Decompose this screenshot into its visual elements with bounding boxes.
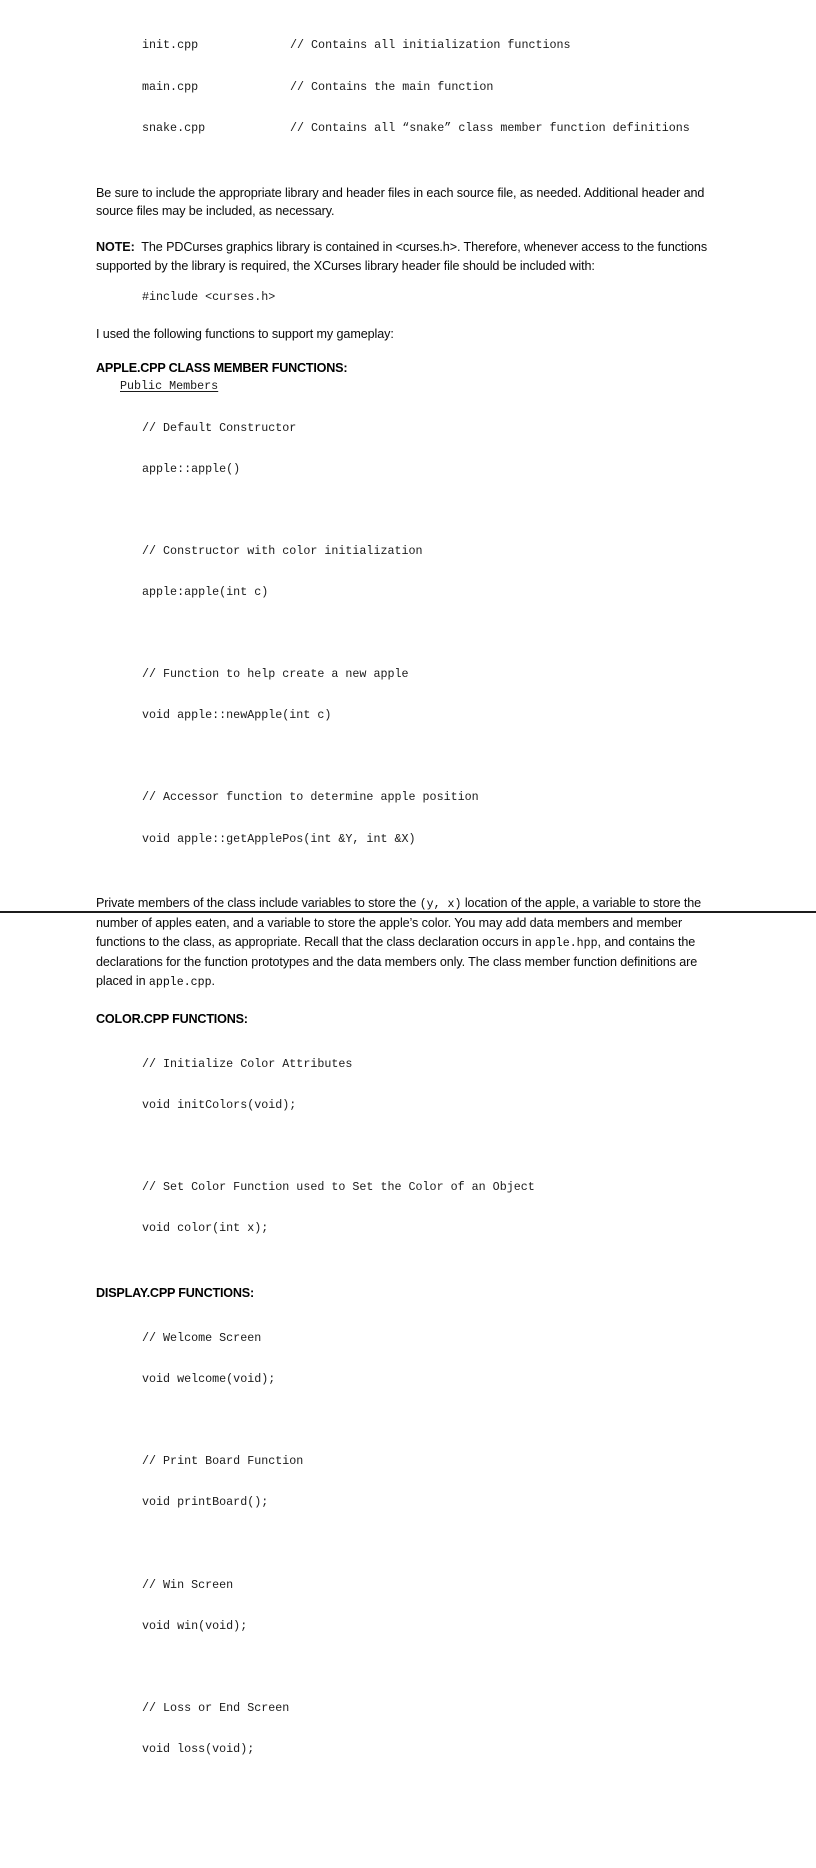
color-code-block: // Initialize Color Attributes void init… (96, 1031, 720, 1264)
code-signature: void apple::newApple(int c) (142, 708, 332, 723)
inline-code-apple-cpp: apple.cpp (148, 976, 212, 990)
source-file-comments: // Contains all initialization functions… (290, 12, 690, 163)
code-comment: // Welcome Screen (142, 1330, 262, 1345)
code-comment: // Function to help create a new apple (142, 667, 409, 682)
code-signature: apple:apple(int c) (142, 584, 269, 599)
code-signature: void win(void); (142, 1618, 248, 1633)
heading-display-cpp: DISPLAY.CPP FUNCTIONS: (96, 1285, 254, 1300)
code-comment: // Loss or End Screen (142, 1700, 290, 1715)
code-comment: // Constructor with color initialization (142, 543, 423, 558)
file-name: main.cpp (142, 79, 199, 94)
display-code-block: // Welcome Screen void welcome(void); //… (96, 1305, 720, 1868)
public-members-text: Public Members (120, 379, 219, 394)
private-text-4: . (211, 974, 216, 989)
note-body: The PDCurses graphics library is contain… (96, 239, 708, 273)
page-boundary-rule (0, 911, 816, 913)
private-text-1: Private members of the class include var… (96, 895, 420, 910)
apple-code-block: // Default Constructor apple::apple() //… (96, 394, 720, 874)
code-comment: // Set Color Function used to Set the Co… (142, 1180, 535, 1195)
paragraph-used-functions: I used the following functions to suppor… (96, 326, 394, 341)
inline-code-yx: (y, x) (419, 897, 462, 911)
heading-apple-cpp: APPLE.CPP CLASS MEMBER FUNCTIONS: (96, 361, 348, 376)
paragraph-include-files: Be sure to include the appropriate libra… (96, 185, 705, 219)
document-page: init.cpp main.cpp snake.cpp // Contains … (0, 0, 816, 1868)
code-comment: // Win Screen (142, 1577, 234, 1592)
code-comment: // Default Constructor (142, 420, 297, 435)
file-name: init.cpp (142, 38, 199, 53)
note-label: NOTE: (96, 239, 135, 254)
paragraph-private-members: Private members of the class include var… (96, 894, 720, 993)
code-comment: // Initialize Color Attributes (142, 1057, 353, 1072)
file-comment: // Contains all “snake” class member fun… (290, 120, 690, 135)
code-signature: void welcome(void); (142, 1372, 276, 1387)
include-directive-code: #include <curses.h> (142, 290, 276, 305)
code-signature: void initColors(void); (142, 1098, 297, 1113)
file-comment: // Contains the main function (290, 79, 494, 94)
code-signature: void apple::getApplePos(int &Y, int &X) (142, 831, 416, 846)
code-signature: void color(int x); (142, 1221, 269, 1236)
code-comment: // Accessor function to determine apple … (142, 790, 479, 805)
inline-code-apple-hpp: apple.hpp (534, 936, 598, 950)
code-signature: void printBoard(); (142, 1495, 269, 1510)
paragraph-note: NOTE: The PDCurses graphics library is c… (96, 238, 720, 275)
code-comment: // Print Board Function (142, 1454, 304, 1469)
file-name: snake.cpp (142, 120, 206, 135)
code-signature: void loss(void); (142, 1742, 255, 1757)
label-public-members: Public Members (96, 380, 720, 394)
file-comment: // Contains all initialization functions (290, 38, 571, 53)
heading-color-cpp: COLOR.CPP FUNCTIONS: (96, 1011, 248, 1026)
code-signature: apple::apple() (142, 461, 241, 476)
